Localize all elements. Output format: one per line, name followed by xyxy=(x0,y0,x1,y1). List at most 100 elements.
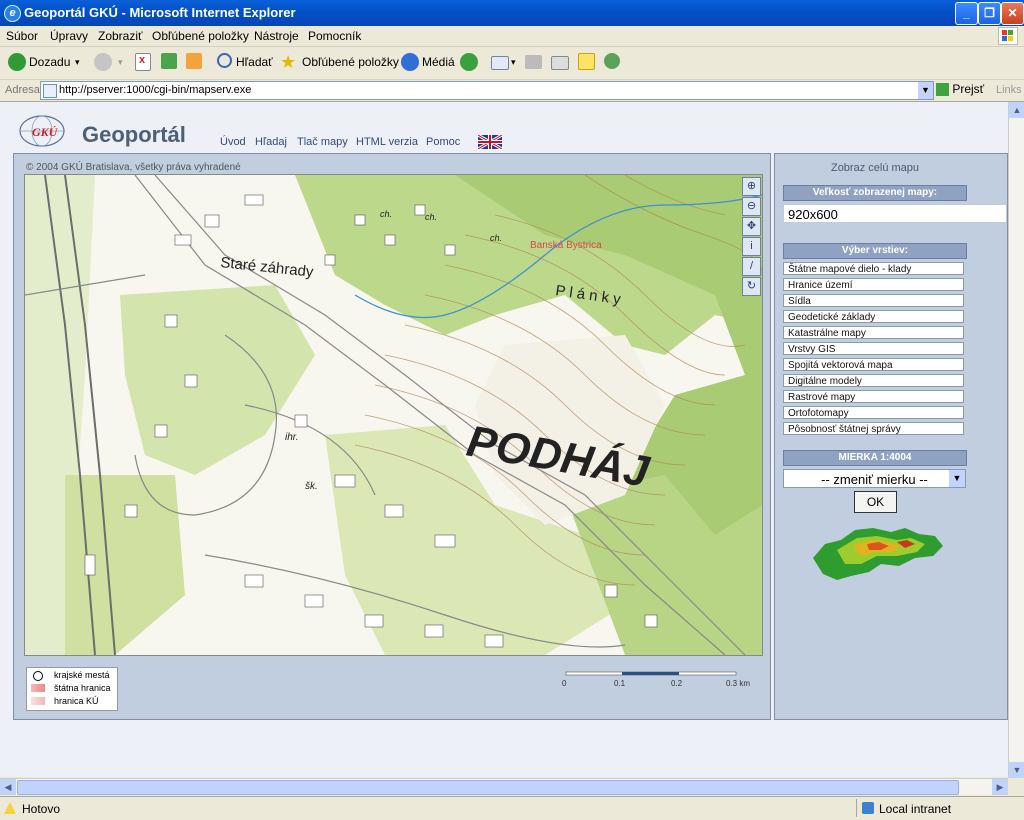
pan-icon[interactable]: ✥ xyxy=(742,217,761,236)
minimize-button[interactable]: _ xyxy=(955,2,978,25)
layer-item[interactable]: Rastrové mapy xyxy=(783,390,964,403)
address-dropdown-icon[interactable]: ▼ xyxy=(918,82,933,99)
map-size-header: Veľkosť zobrazenej mapy: xyxy=(783,185,967,201)
map-label-ch: ch. xyxy=(425,212,437,222)
layer-item[interactable]: Geodetické základy xyxy=(783,310,964,323)
address-bar: Adresa http://pserver:1000/cgi-bin/mapse… xyxy=(0,80,1024,102)
search-button[interactable]: Hľadať xyxy=(236,51,273,73)
forward-arrow-icon[interactable] xyxy=(94,53,112,71)
security-zone: Local intranet xyxy=(879,802,952,816)
page-content: GKÚ Geoportál Úvod Hľadaj Tlač mapy HTML… xyxy=(0,102,1008,777)
media-button[interactable]: Médiá xyxy=(422,51,455,73)
gku-logo: GKÚ xyxy=(19,115,65,147)
go-label: Prejsť xyxy=(952,82,985,96)
map-legend: krajské mestá štátna hranica hranica KÚ xyxy=(26,667,118,711)
menu-view[interactable]: Zobraziť xyxy=(98,29,143,43)
zoom-in-icon[interactable]: ⊕ xyxy=(742,177,761,196)
layer-item[interactable]: Ortofotomapy xyxy=(783,406,964,419)
links-button[interactable]: Links xyxy=(996,84,1022,96)
chevron-down-icon[interactable]: ▼ xyxy=(949,470,965,487)
layer-item[interactable]: Hranice území xyxy=(783,278,964,291)
scroll-right-icon[interactable]: ▶ xyxy=(992,779,1008,795)
print-icon[interactable] xyxy=(525,55,542,69)
layer-item[interactable]: Katastrálne mapy xyxy=(783,326,964,339)
horizontal-scrollbar[interactable]: ◀ ▶ xyxy=(0,778,1008,795)
map-canvas[interactable]: PODHÁJ P l á n k y Staré záhrady Banská … xyxy=(24,174,763,656)
close-button[interactable]: ✕ xyxy=(1001,2,1024,25)
ku-border-swatch xyxy=(31,697,45,705)
back-arrow-icon[interactable] xyxy=(8,53,26,71)
vertical-scrollbar[interactable]: ▲ ▼ xyxy=(1008,102,1024,778)
refresh-map-icon[interactable]: ↻ xyxy=(742,277,761,296)
favorites-star-icon[interactable]: ★ xyxy=(280,51,296,73)
scroll-down-icon[interactable]: ▼ xyxy=(1009,762,1024,778)
measure-icon[interactable]: / xyxy=(742,257,761,276)
history-icon[interactable] xyxy=(460,53,478,71)
scroll-up-icon[interactable]: ▲ xyxy=(1009,102,1024,118)
scale-tick: 0.1 xyxy=(614,679,626,688)
nav-print-map[interactable]: Tlač mapy xyxy=(297,136,348,148)
menu-favorites[interactable]: Obľúbené položky xyxy=(152,29,249,43)
status-text: Hotovo xyxy=(22,802,61,816)
address-label: Adresa xyxy=(5,84,40,96)
favorites-button[interactable]: Obľúbené položky xyxy=(302,51,399,73)
topographic-map[interactable]: PODHÁJ P l á n k y Staré záhrady Banská … xyxy=(25,175,762,655)
mail-icon[interactable] xyxy=(491,56,509,70)
menu-edit[interactable]: Úpravy xyxy=(50,29,88,43)
legend-item: krajské mestá xyxy=(54,670,110,680)
ok-button[interactable]: OK xyxy=(854,491,897,513)
menu-file[interactable]: Súbor xyxy=(6,29,38,43)
messenger-icon[interactable] xyxy=(604,53,620,69)
legend-item: štátna hranica xyxy=(54,683,111,693)
state-border-swatch xyxy=(31,684,45,692)
map-label-banska-bystrica: Banská Bystrica xyxy=(530,240,602,251)
layers-header: Výber vrstiev: xyxy=(783,243,967,259)
scale-select[interactable]: -- zmeniť mierku -- ▼ xyxy=(783,469,966,488)
slovakia-overview-map[interactable] xyxy=(807,520,947,590)
go-button[interactable]: Prejsť xyxy=(936,82,985,97)
brand-title: Geoportál xyxy=(82,122,186,147)
nav-home[interactable]: Úvod xyxy=(220,136,246,148)
layer-item[interactable]: Sídla xyxy=(783,294,964,307)
forward-dropdown-icon[interactable]: ▾ xyxy=(118,51,123,73)
back-button[interactable]: Dozadu xyxy=(29,51,70,73)
scroll-left-icon[interactable]: ◀ xyxy=(0,779,16,795)
zoom-out-icon[interactable]: ⊖ xyxy=(742,197,761,216)
stop-icon[interactable]: x xyxy=(135,53,151,71)
layer-item[interactable]: Pôsobnosť štátnej správy xyxy=(783,422,964,435)
uk-flag-icon[interactable] xyxy=(478,135,502,149)
nav-search[interactable]: Hľadaj xyxy=(255,136,287,148)
media-globe-icon[interactable] xyxy=(401,53,419,71)
scale-tick: 0.3 km xyxy=(726,679,751,688)
address-input[interactable]: http://pserver:1000/cgi-bin/mapserv.exe … xyxy=(40,81,934,100)
show-full-map-link[interactable]: Zobraz celú mapu xyxy=(775,162,975,174)
info-icon[interactable]: i xyxy=(742,237,761,256)
layer-item[interactable]: Digitálne modely xyxy=(783,374,964,387)
scale-tick: 0.2 xyxy=(671,679,683,688)
back-dropdown-icon[interactable]: ▾ xyxy=(75,51,80,73)
layer-item[interactable]: Vrstvy GIS xyxy=(783,342,964,355)
menu-tools[interactable]: Nástroje xyxy=(254,29,299,43)
home-icon[interactable] xyxy=(186,53,202,69)
mail-dropdown-icon[interactable]: ▾ xyxy=(511,51,516,73)
map-size-value: 920x600 xyxy=(783,204,1007,223)
copyright-text: © 2004 GKÚ Bratislava, všetky práva vyhr… xyxy=(26,162,241,173)
scale-bar: 0 0.1 0.2 0.3 km xyxy=(562,669,762,699)
search-icon[interactable] xyxy=(217,53,232,68)
warning-icon xyxy=(4,802,16,814)
toolbar: Dozadu ▾ ▾ x Hľadať ★ Obľúbené položky M… xyxy=(0,47,1024,80)
scale-select-value: -- zmeniť mierku -- xyxy=(821,472,928,487)
layer-item[interactable]: Štátne mapové dielo - klady xyxy=(783,262,964,275)
maximize-button[interactable]: ❐ xyxy=(978,2,1001,25)
menu-help[interactable]: Pomocník xyxy=(308,29,361,43)
go-arrow-icon xyxy=(936,83,949,97)
discuss-icon[interactable] xyxy=(578,53,595,70)
edit-icon[interactable] xyxy=(551,56,569,70)
nav-help[interactable]: Pomoc xyxy=(426,136,460,148)
address-url[interactable]: http://pserver:1000/cgi-bin/mapserv.exe xyxy=(59,82,251,99)
nav-html-version[interactable]: HTML verzia xyxy=(356,136,418,148)
window-title: Geoportál GKÚ - Microsoft Internet Explo… xyxy=(24,5,296,20)
scroll-thumb[interactable] xyxy=(17,780,959,795)
refresh-icon[interactable] xyxy=(161,53,177,69)
layer-item[interactable]: Spojitá vektorová mapa xyxy=(783,358,964,371)
